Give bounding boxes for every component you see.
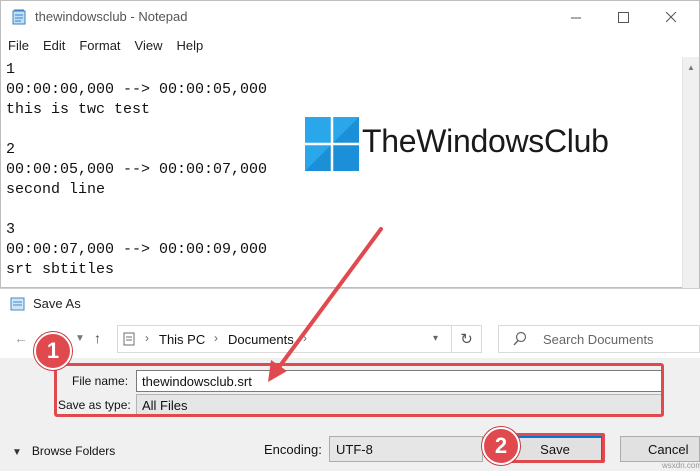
menu-help[interactable]: Help: [169, 35, 210, 57]
navigation-bar: ← → ▼ ↑ › This PC › Documents › ▾ ↻ Sear…: [0, 318, 700, 358]
notepad-titlebar[interactable]: thewindowsclub - Notepad: [1, 1, 699, 33]
refresh-button[interactable]: ↻: [452, 325, 482, 353]
search-icon: [513, 331, 527, 346]
text-line: 1: [6, 61, 16, 78]
windows-logo-icon: [305, 117, 359, 171]
chevron-down-icon: ▼: [12, 447, 22, 458]
document-folder-icon: [123, 332, 135, 346]
recent-locations-chevron-icon[interactable]: ▼: [75, 333, 85, 344]
browse-folders-toggle[interactable]: ▼ Browse Folders: [12, 444, 115, 458]
breadcrumb-documents[interactable]: Documents: [228, 332, 294, 347]
search-box[interactable]: Search Documents: [498, 325, 700, 353]
logo-text: TheWindowsClub: [362, 123, 609, 159]
close-button[interactable]: [648, 1, 694, 33]
menu-file[interactable]: File: [1, 35, 36, 57]
address-bar[interactable]: › This PC › Documents › ▾: [117, 325, 452, 353]
save-as-title: Save As: [33, 296, 81, 311]
text-line: [6, 200, 682, 220]
text-line: 3: [6, 221, 16, 238]
breadcrumb-separator-icon: ›: [303, 331, 307, 345]
close-icon: [665, 11, 676, 22]
minimize-button[interactable]: [553, 1, 599, 33]
browse-folders-label: Browse Folders: [31, 444, 116, 458]
breadcrumb-separator-icon: ›: [145, 331, 149, 345]
notepad-title: thewindowsclub - Notepad: [35, 9, 188, 24]
watermark-text: wsxdn.com: [662, 461, 700, 470]
cancel-button[interactable]: Cancel: [620, 436, 700, 462]
encoding-select[interactable]: UTF-8: [329, 436, 483, 462]
encoding-value: UTF-8: [336, 442, 373, 457]
text-line: 00:00:00,000 --> 00:00:05,000: [6, 81, 268, 98]
step-badge-2: 2: [482, 427, 520, 465]
menu-format[interactable]: Format: [72, 35, 127, 57]
text-line: 00:00:07,000 --> 00:00:09,000: [6, 241, 268, 258]
save-button-highlight: [505, 433, 605, 463]
save-dialog-icon: [10, 297, 25, 311]
up-arrow-icon[interactable]: ↑: [94, 330, 101, 346]
save-as-titlebar[interactable]: Save As: [0, 288, 700, 318]
notepad-text-area[interactable]: 1 00:00:00,000 --> 00:00:05,000 this is …: [1, 57, 682, 289]
vertical-scrollbar[interactable]: ▲: [682, 57, 699, 289]
maximize-icon: [617, 11, 629, 23]
minimize-icon: [570, 17, 581, 18]
breadcrumb-separator-icon: ›: [214, 331, 218, 345]
text-line: second line: [6, 181, 106, 198]
address-dropdown-icon[interactable]: ▾: [433, 333, 438, 344]
notepad-app-icon: [12, 9, 26, 25]
file-fields-highlight: [54, 363, 664, 417]
refresh-icon: ↻: [460, 331, 473, 348]
notepad-menubar: File Edit Format View Help: [1, 35, 699, 57]
back-arrow-icon[interactable]: ←: [14, 330, 28, 346]
scroll-up-icon[interactable]: ▲: [687, 63, 695, 72]
search-input[interactable]: Search Documents: [543, 332, 654, 347]
step-badge-1: 1: [34, 332, 72, 370]
text-line: srt sbtitles: [6, 261, 115, 278]
menu-edit[interactable]: Edit: [36, 35, 72, 57]
breadcrumb-this-pc[interactable]: This PC: [159, 332, 205, 347]
maximize-button[interactable]: [600, 1, 646, 33]
menu-view[interactable]: View: [128, 35, 170, 57]
encoding-label: Encoding:: [264, 442, 322, 457]
